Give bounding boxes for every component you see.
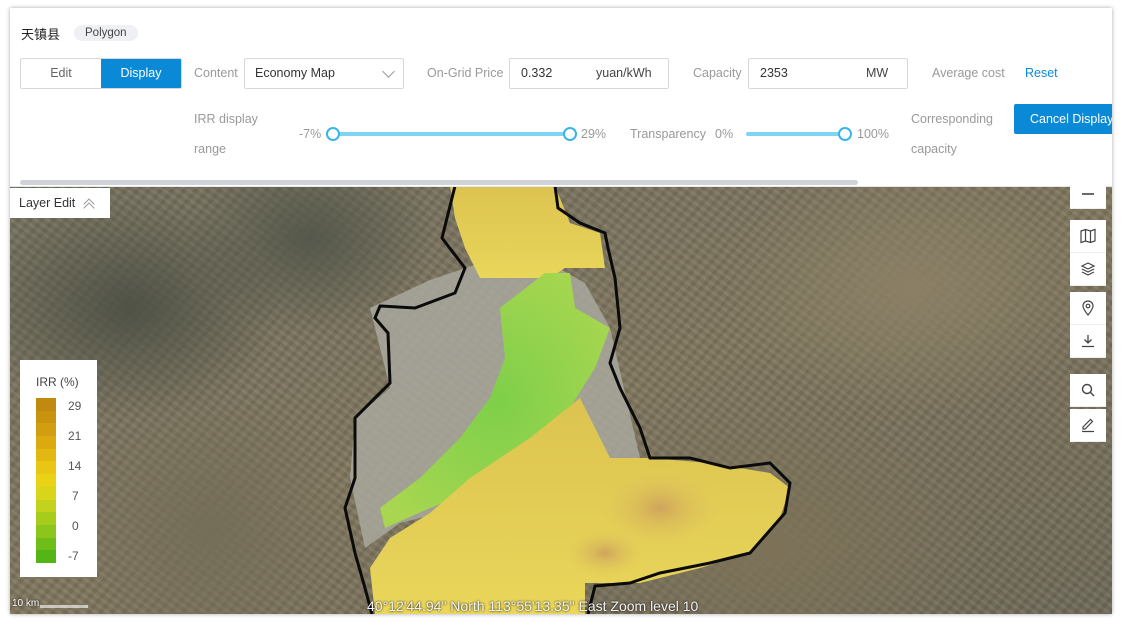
price-unit: yuan/kWh [596,66,652,80]
legend-tick: 0 [72,519,79,533]
layer-edit-label: Layer Edit [19,196,76,210]
irr-min-handle[interactable] [326,127,340,141]
irr-range-label-1: IRR display [194,112,258,126]
chevron-down-icon [382,65,395,78]
minus-icon [1082,193,1094,195]
legend-title: IRR (%) [36,375,79,389]
legend-swatch [36,398,56,411]
search-button[interactable] [1070,374,1106,407]
zoom-out-button[interactable] [1070,180,1106,209]
legend-swatch [36,499,56,513]
download-icon [1082,335,1094,348]
scale-line [40,605,88,608]
legend-color-bar [36,398,56,563]
legend-tick: 7 [72,489,79,503]
price-label: On-Grid Price [427,66,504,80]
scale-label: 10 km [12,598,40,609]
legend-swatch [36,512,56,525]
edit-button[interactable]: Edit [21,59,101,88]
capacity-label: Capacity [693,66,742,80]
corresponding-label-1: Corresponding [911,112,993,126]
corresponding-label-2: capacity [911,142,957,156]
legend-swatch [36,550,56,563]
transparency-slider[interactable] [746,132,846,136]
download-button[interactable] [1070,325,1106,358]
legend-tick: 29 [68,399,82,413]
layers-icon [1080,262,1096,276]
content-label: Content [194,66,238,80]
average-cost-label: Average cost [932,66,1005,80]
search-icon [1081,383,1095,397]
transparency-label: Transparency [630,127,706,141]
capacity-unit: MW [866,66,889,80]
legend-swatch [36,474,56,487]
transparency-min-label: 0% [715,127,734,141]
transparency-handle[interactable] [838,127,852,141]
irr-range-slider[interactable] [333,132,569,136]
legend-tick: 21 [68,429,82,443]
location-icon [1082,300,1094,316]
irr-min-label: -7% [299,127,322,141]
irr-range-label-2: range [194,142,226,156]
irr-legend: IRR (%) 29 21 14 7 0 -7 [20,360,97,577]
mode-toggle: Edit Display [20,58,182,89]
transparency-max-label: 100% [857,127,889,141]
map-icon [1080,228,1096,244]
price-value: 0.332 [521,66,553,80]
capacity-value: 2353 [760,66,788,80]
location-button[interactable] [1070,292,1106,325]
horizontal-scrollbar[interactable] [20,180,858,185]
irr-max-label: 29% [581,127,607,141]
app-window: 天镇县 Polygon Edit Display Content Economy… [10,8,1112,614]
draw-button[interactable] [1070,409,1106,442]
content-select-value: Economy Map [255,66,335,80]
coordinate-readout: 40°12'44.94" North 113°55'13.35" East Zo… [367,598,699,614]
capacity-input[interactable]: 2353 MW [748,58,908,89]
cancel-display-button[interactable]: Cancel Display [1014,104,1112,134]
legend-swatch [36,524,56,538]
basemap-button[interactable] [1070,220,1106,253]
legend-swatch [36,448,56,462]
control-panel: 天镇县 Polygon Edit Display Content Economy… [10,8,1112,187]
layer-edit-toggle[interactable]: Layer Edit [10,188,110,218]
legend-tick: 14 [68,459,82,473]
scale-bar: 10 km [12,598,88,609]
geometry-tag: Polygon [74,25,138,41]
content-select[interactable]: Economy Map [244,58,404,89]
reset-link[interactable]: Reset [1025,66,1058,80]
legend-swatch [36,461,56,475]
legend-swatch [36,537,56,551]
irr-max-handle[interactable] [563,127,577,141]
price-input[interactable]: 0.332 yuan/kWh [509,58,669,89]
legend-tick: -7 [68,549,79,563]
display-button[interactable]: Display [101,59,181,88]
legend-swatch [36,486,56,500]
legend-swatch [36,410,56,424]
legend-swatch [36,436,56,449]
legend-swatch [36,423,56,437]
layers-button[interactable] [1070,253,1106,286]
county-name: 天镇县 [21,27,61,42]
edit-icon [1082,418,1094,433]
